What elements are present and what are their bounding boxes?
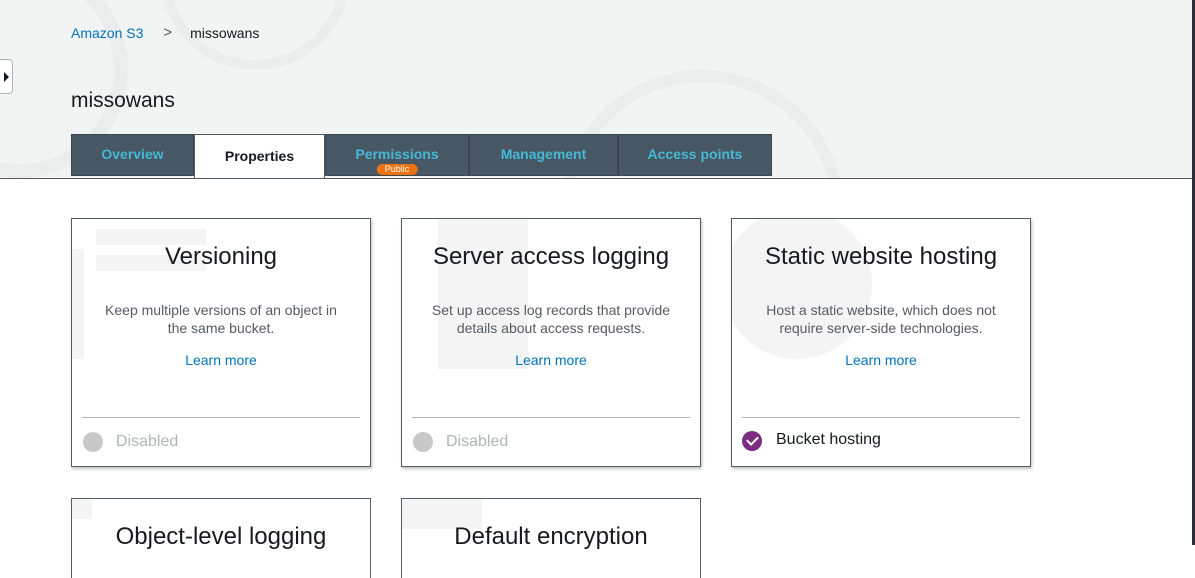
status-text: Disabled <box>446 433 509 450</box>
breadcrumb-link-amazon-s3[interactable]: Amazon S3 <box>71 25 143 41</box>
tab-overview[interactable]: Overview <box>71 134 194 176</box>
breadcrumb-current: missowans <box>190 24 260 41</box>
status-text: Disabled <box>116 433 179 450</box>
learn-more-link[interactable]: Learn more <box>402 352 700 368</box>
page-title: missowans <box>71 89 175 112</box>
card-title: Versioning <box>164 243 278 270</box>
tab-label: Properties <box>224 147 295 164</box>
learn-more-link[interactable]: Learn more <box>732 352 1030 368</box>
disabled-circle-icon <box>413 432 433 452</box>
default-encryption-card[interactable]: Default encryption <box>401 498 701 578</box>
object-level-logging-card[interactable]: Object-level logging <box>71 498 371 578</box>
card-decor <box>732 219 872 359</box>
disabled-circle-icon <box>83 432 103 452</box>
card-title: Default encryption <box>454 523 648 550</box>
tab-permissions[interactable]: Permissions Public <box>325 134 469 176</box>
check-circle-icon <box>742 431 762 451</box>
server-access-logging-card[interactable]: Server access logging Set up access log … <box>401 218 701 467</box>
card-title: Server access logging <box>432 243 670 270</box>
card-divider <box>742 417 1020 418</box>
card-divider <box>82 417 360 418</box>
caret-right-icon <box>4 72 9 82</box>
tab-label: Management <box>500 146 587 162</box>
card-title: Static website hosting <box>764 243 998 270</box>
tab-label: Permissions <box>355 146 439 162</box>
card-decor <box>72 499 92 519</box>
status-text: Bucket hosting <box>776 431 881 448</box>
learn-more-link[interactable]: Learn more <box>72 352 370 368</box>
card-title: Object-level logging <box>115 523 327 550</box>
breadcrumb-separator: > <box>163 24 173 41</box>
card-divider <box>412 417 690 418</box>
versioning-card[interactable]: Versioning Keep multiple versions of an … <box>71 218 371 467</box>
breadcrumb: Amazon S3 > missowans <box>71 24 259 41</box>
tab-label: Access points <box>647 146 743 162</box>
card-description: Host a static website, which does not re… <box>766 302 996 336</box>
tab-management[interactable]: Management <box>469 134 618 176</box>
card-description: Keep multiple versions of an object in t… <box>105 302 337 336</box>
card-description: Set up access log records that provide d… <box>431 302 671 336</box>
card-decor <box>438 219 528 369</box>
tab-access-points[interactable]: Access points <box>618 134 772 176</box>
static-website-hosting-card[interactable]: Static website hosting Host a static web… <box>731 218 1031 467</box>
public-badge: Public <box>376 164 418 175</box>
tab-properties[interactable]: Properties <box>194 134 325 178</box>
sidebar-toggle-button[interactable] <box>0 59 13 94</box>
tab-label: Overview <box>101 146 164 162</box>
